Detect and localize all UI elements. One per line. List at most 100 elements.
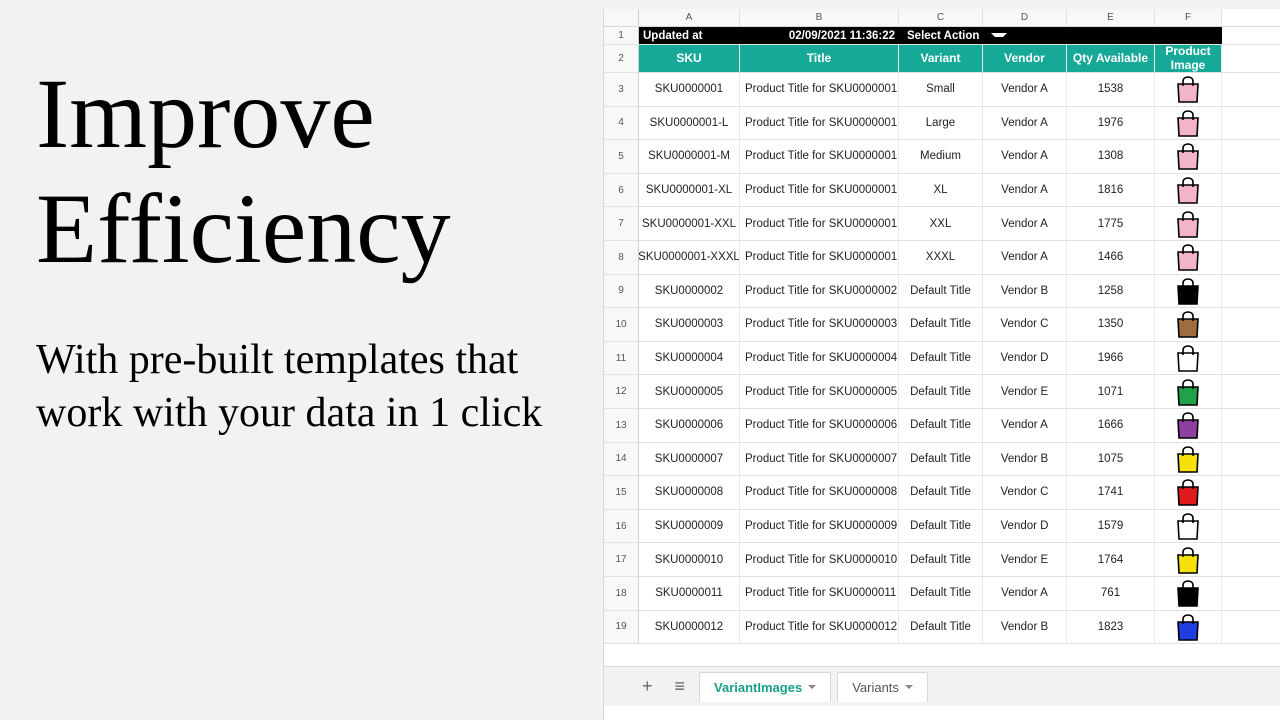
cell-variant[interactable]: Large xyxy=(899,107,983,140)
all-sheets-button[interactable]: ≡ xyxy=(667,670,694,703)
cell-qty[interactable]: 1579 xyxy=(1067,510,1155,543)
column-letter[interactable] xyxy=(604,9,639,26)
add-sheet-button[interactable]: + xyxy=(634,670,661,703)
cell-variant[interactable]: Default Title xyxy=(899,543,983,576)
cell-sku[interactable]: SKU0000007 xyxy=(639,443,740,476)
cell-product-image[interactable] xyxy=(1155,476,1222,509)
cell-title[interactable]: Product Title for SKU0000010 xyxy=(740,543,899,576)
cell-vendor[interactable]: Vendor A xyxy=(983,73,1067,106)
cell-title[interactable]: Product Title for SKU0000001 xyxy=(740,107,899,140)
cell-sku[interactable]: SKU0000001-XXL xyxy=(639,207,740,240)
cell-title[interactable]: Product Title for SKU0000008 xyxy=(740,476,899,509)
cell-variant[interactable]: Default Title xyxy=(899,577,983,610)
cell-product-image[interactable] xyxy=(1155,577,1222,610)
cell-sku[interactable]: SKU0000011 xyxy=(639,577,740,610)
cell-product-image[interactable] xyxy=(1155,342,1222,375)
cell-vendor[interactable]: Vendor D xyxy=(983,510,1067,543)
cell-sku[interactable]: SKU0000003 xyxy=(639,308,740,341)
cell-vendor[interactable]: Vendor B xyxy=(983,443,1067,476)
cell-sku[interactable]: SKU0000010 xyxy=(639,543,740,576)
cell-sku[interactable]: SKU0000005 xyxy=(639,375,740,408)
cell-vendor[interactable]: Vendor A xyxy=(983,409,1067,442)
cell-title[interactable]: Product Title for SKU0000011 xyxy=(740,577,899,610)
cell-qty[interactable]: 1976 xyxy=(1067,107,1155,140)
cell-product-image[interactable] xyxy=(1155,207,1222,240)
cell-product-image[interactable] xyxy=(1155,107,1222,140)
column-letter[interactable]: E xyxy=(1067,9,1155,26)
cell-product-image[interactable] xyxy=(1155,73,1222,106)
column-letter[interactable]: C xyxy=(899,9,983,26)
cell-product-image[interactable] xyxy=(1155,140,1222,173)
cell-variant[interactable]: Default Title xyxy=(899,375,983,408)
cell-qty[interactable]: 1071 xyxy=(1067,375,1155,408)
cell-qty[interactable]: 1466 xyxy=(1067,241,1155,274)
cell-product-image[interactable] xyxy=(1155,510,1222,543)
cell-qty[interactable]: 1258 xyxy=(1067,275,1155,308)
cell-qty[interactable]: 1666 xyxy=(1067,409,1155,442)
cell-sku[interactable]: SKU0000004 xyxy=(639,342,740,375)
cell-variant[interactable]: Default Title xyxy=(899,476,983,509)
cell-title[interactable]: Product Title for SKU0000009 xyxy=(740,510,899,543)
tab-variantimages[interactable]: VariantImages xyxy=(699,672,831,702)
cell-sku[interactable]: SKU0000001 xyxy=(639,73,740,106)
cell-sku[interactable]: SKU0000001-XXXL xyxy=(639,241,740,274)
select-action-dropdown[interactable]: Select Action xyxy=(899,30,983,42)
cell-product-image[interactable] xyxy=(1155,375,1222,408)
cell-vendor[interactable]: Vendor B xyxy=(983,275,1067,308)
cell-vendor[interactable]: Vendor C xyxy=(983,308,1067,341)
cell-title[interactable]: Product Title for SKU0000004 xyxy=(740,342,899,375)
cell-variant[interactable]: Default Title xyxy=(899,308,983,341)
cell-vendor[interactable]: Vendor B xyxy=(983,611,1067,644)
cell-product-image[interactable] xyxy=(1155,241,1222,274)
cell-sku[interactable]: SKU0000008 xyxy=(639,476,740,509)
cell-title[interactable]: Product Title for SKU0000005 xyxy=(740,375,899,408)
cell-vendor[interactable]: Vendor A xyxy=(983,207,1067,240)
cell-variant[interactable]: XXXL xyxy=(899,241,983,274)
cell-qty[interactable]: 761 xyxy=(1067,577,1155,610)
cell-title[interactable]: Product Title for SKU0000001 xyxy=(740,140,899,173)
cell-vendor[interactable]: Vendor A xyxy=(983,241,1067,274)
cell-variant[interactable]: Default Title xyxy=(899,275,983,308)
cell-qty[interactable]: 1764 xyxy=(1067,543,1155,576)
cell-product-image[interactable] xyxy=(1155,443,1222,476)
cell-sku[interactable]: SKU0000009 xyxy=(639,510,740,543)
cell-vendor[interactable]: Vendor E xyxy=(983,375,1067,408)
cell-title[interactable]: Product Title for SKU0000002 xyxy=(740,275,899,308)
cell-product-image[interactable] xyxy=(1155,409,1222,442)
cell-qty[interactable]: 1538 xyxy=(1067,73,1155,106)
cell-title[interactable]: Product Title for SKU0000012 xyxy=(740,611,899,644)
cell-variant[interactable]: XL xyxy=(899,174,983,207)
cell-title[interactable]: Product Title for SKU0000003 xyxy=(740,308,899,341)
cell-title[interactable]: Product Title for SKU0000001 xyxy=(740,174,899,207)
cell-title[interactable]: Product Title for SKU0000001 xyxy=(740,207,899,240)
cell-variant[interactable]: Medium xyxy=(899,140,983,173)
cell-vendor[interactable]: Vendor D xyxy=(983,342,1067,375)
cell-qty[interactable]: 1823 xyxy=(1067,611,1155,644)
cell-title[interactable]: Product Title for SKU0000007 xyxy=(740,443,899,476)
cell-sku[interactable]: SKU0000002 xyxy=(639,275,740,308)
cell-vendor[interactable]: Vendor A xyxy=(983,577,1067,610)
tab-variants[interactable]: Variants xyxy=(837,672,928,702)
column-letter[interactable]: A xyxy=(639,9,740,26)
column-letter[interactable]: D xyxy=(983,9,1067,26)
cell-product-image[interactable] xyxy=(1155,611,1222,644)
cell-title[interactable]: Product Title for SKU0000001 xyxy=(740,241,899,274)
cell-product-image[interactable] xyxy=(1155,543,1222,576)
cell-product-image[interactable] xyxy=(1155,174,1222,207)
cell-variant[interactable]: Default Title xyxy=(899,409,983,442)
cell-vendor[interactable]: Vendor C xyxy=(983,476,1067,509)
cell-sku[interactable]: SKU0000006 xyxy=(639,409,740,442)
cell-product-image[interactable] xyxy=(1155,275,1222,308)
cell-qty[interactable]: 1308 xyxy=(1067,140,1155,173)
cell-qty[interactable]: 1816 xyxy=(1067,174,1155,207)
cell-qty[interactable]: 1741 xyxy=(1067,476,1155,509)
cell-sku[interactable]: SKU0000012 xyxy=(639,611,740,644)
cell-variant[interactable]: XXL xyxy=(899,207,983,240)
cell-variant[interactable]: Default Title xyxy=(899,510,983,543)
cell-vendor[interactable]: Vendor E xyxy=(983,543,1067,576)
cell-variant[interactable]: Default Title xyxy=(899,342,983,375)
column-letter[interactable]: B xyxy=(740,9,899,26)
cell-product-image[interactable] xyxy=(1155,308,1222,341)
cell-variant[interactable]: Default Title xyxy=(899,611,983,644)
cell-qty[interactable]: 1775 xyxy=(1067,207,1155,240)
